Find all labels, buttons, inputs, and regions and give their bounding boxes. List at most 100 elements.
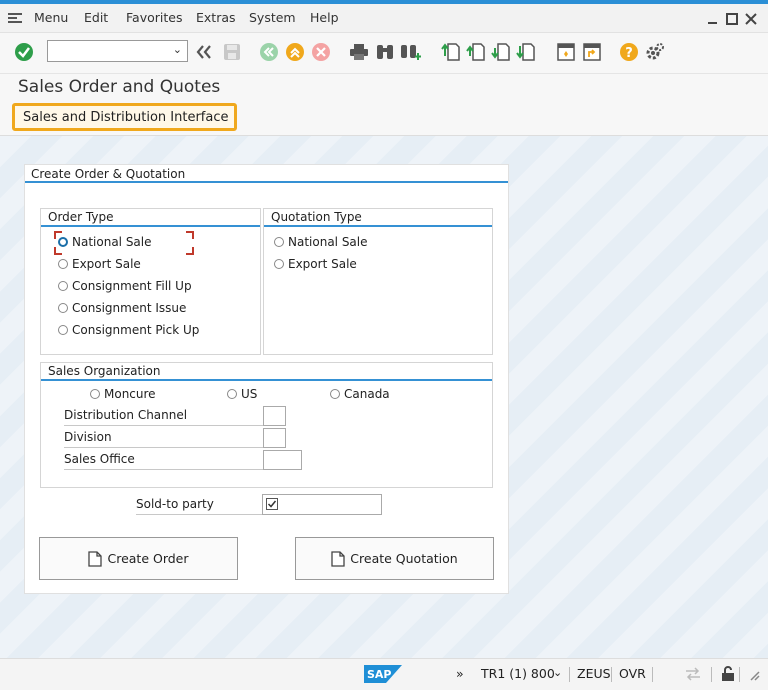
division-field[interactable] [263, 428, 286, 448]
status-separator [611, 667, 612, 682]
content-area: Create Order & Quotation Order Type Nati… [0, 136, 768, 658]
back-circle-icon [260, 43, 278, 61]
print-button[interactable] [348, 41, 370, 63]
shortcut-icon [583, 43, 601, 61]
create-order-button[interactable]: Create Order [39, 537, 238, 580]
quotation-type-underline [264, 225, 492, 227]
menu-item-system[interactable]: System [249, 10, 296, 25]
chevron-down-icon[interactable]: ⌄ [173, 43, 182, 56]
sales-org-canada[interactable]: Canada [330, 387, 390, 401]
sold-to-party-field[interactable] [262, 494, 382, 515]
menu-bar: Menu Edit Favorites Extras System Help [0, 4, 768, 33]
sales-distribution-interface-button[interactable]: Sales and Distribution Interface [12, 103, 237, 131]
distribution-channel-field[interactable] [263, 406, 286, 426]
resize-grip-icon[interactable] [747, 668, 761, 682]
radio-label: Consignment Fill Up [72, 279, 192, 293]
next-page-icon [491, 43, 510, 61]
order-type-underline [41, 225, 260, 227]
sales-org-us[interactable]: US [227, 387, 257, 401]
find-button[interactable] [374, 41, 396, 63]
transfer-icon [686, 667, 700, 681]
document-icon [88, 550, 103, 567]
create-quotation-label: Create Quotation [350, 551, 458, 566]
first-page-button[interactable] [440, 41, 462, 63]
maximize-icon[interactable] [726, 13, 738, 25]
menu-item-help[interactable]: Help [310, 10, 339, 25]
close-icon[interactable] [745, 13, 757, 25]
radio-label: Consignment Issue [72, 301, 187, 315]
focus-corner [186, 247, 194, 255]
customize-layout-button[interactable] [644, 41, 666, 63]
quotation-type-national-sale[interactable]: National Sale [274, 235, 368, 249]
quotation-type-export-sale[interactable]: Export Sale [274, 257, 357, 271]
cancel-button[interactable] [310, 41, 332, 63]
radio-button[interactable] [330, 389, 340, 399]
radio-button[interactable] [58, 303, 68, 313]
enter-button[interactable] [13, 41, 35, 63]
radio-button[interactable] [274, 237, 284, 247]
help-button[interactable]: ? [618, 41, 640, 63]
create-quotation-button[interactable]: Create Quotation [295, 537, 494, 580]
previous-page-icon [466, 43, 485, 61]
order-type-export-sale[interactable]: Export Sale [58, 257, 141, 271]
sales-org-moncure[interactable]: Moncure [90, 387, 156, 401]
menu-item-edit[interactable]: Edit [84, 10, 108, 25]
menu-icon[interactable] [8, 13, 22, 23]
sales-office-field[interactable] [263, 450, 302, 470]
order-type-consignment-pick-up[interactable]: Consignment Pick Up [58, 323, 199, 337]
document-icon [331, 550, 345, 567]
back-button[interactable] [193, 41, 215, 63]
previous-page-button[interactable] [465, 41, 487, 63]
create-order-quotation-group: Create Order & Quotation Order Type Nati… [24, 164, 509, 594]
sales-office-label: Sales Office [64, 452, 263, 470]
focus-corner [54, 231, 62, 239]
radio-button[interactable] [227, 389, 237, 399]
next-page-button[interactable] [490, 41, 512, 63]
server-name: ZEUS [577, 666, 611, 681]
radio-button[interactable] [58, 259, 68, 269]
division-label: Division [64, 430, 263, 448]
svg-text:SAP: SAP [367, 668, 392, 681]
back-nav-button[interactable] [258, 41, 280, 63]
status-bar: SAP » TR1 (1) 800 ⌄ ZEUS OVR [0, 658, 768, 690]
create-session-button[interactable] [555, 41, 577, 63]
focus-corner [54, 247, 62, 255]
menu-item-favorites[interactable]: Favorites [126, 10, 182, 25]
sales-organization-box: Sales Organization Moncure US Canada Dis… [40, 362, 493, 488]
binoculars-icon [377, 45, 393, 59]
sdi-label: Sales and Distribution Interface [23, 109, 229, 125]
order-type-consignment-issue[interactable]: Consignment Issue [58, 301, 186, 315]
radio-button[interactable] [58, 325, 68, 335]
generate-shortcut-button[interactable] [581, 41, 603, 63]
double-chevron-left-icon [196, 45, 211, 59]
last-page-button[interactable] [515, 41, 537, 63]
minimize-icon[interactable] [707, 13, 719, 25]
order-type-box: Order Type National Sale Export Sale Con… [40, 208, 261, 355]
system-chevron-down-icon[interactable]: ⌄ [553, 666, 562, 679]
focus-corner [186, 231, 194, 239]
insert-mode: OVR [619, 666, 646, 681]
radio-button[interactable] [274, 259, 284, 269]
order-type-consignment-fill-up[interactable]: Consignment Fill Up [58, 279, 192, 293]
order-type-national-sale[interactable]: National Sale [58, 235, 152, 249]
radio-label: Moncure [104, 387, 156, 401]
title-bar: Sales Order and Quotes [0, 74, 768, 102]
command-field[interactable]: ⌄ [47, 40, 188, 62]
quotation-type-box: Quotation Type National Sale Export Sale [263, 208, 493, 355]
save-button[interactable] [221, 41, 243, 63]
menu-item-menu[interactable]: Menu [34, 10, 68, 25]
radio-button[interactable] [58, 281, 68, 291]
standard-toolbar: ⌄ ? [0, 33, 768, 74]
radio-label: Canada [344, 387, 390, 401]
status-separator [652, 667, 653, 682]
save-icon [224, 44, 240, 60]
exit-button[interactable] [284, 41, 306, 63]
sap-logo: SAP [364, 665, 402, 683]
gear-icon [646, 43, 664, 60]
exit-circle-icon [286, 43, 304, 61]
find-next-button[interactable] [400, 41, 422, 63]
expand-status-icon[interactable]: » [456, 666, 464, 681]
radio-button[interactable] [90, 389, 100, 399]
lock-icon[interactable] [721, 666, 735, 682]
menu-item-extras[interactable]: Extras [196, 10, 236, 25]
